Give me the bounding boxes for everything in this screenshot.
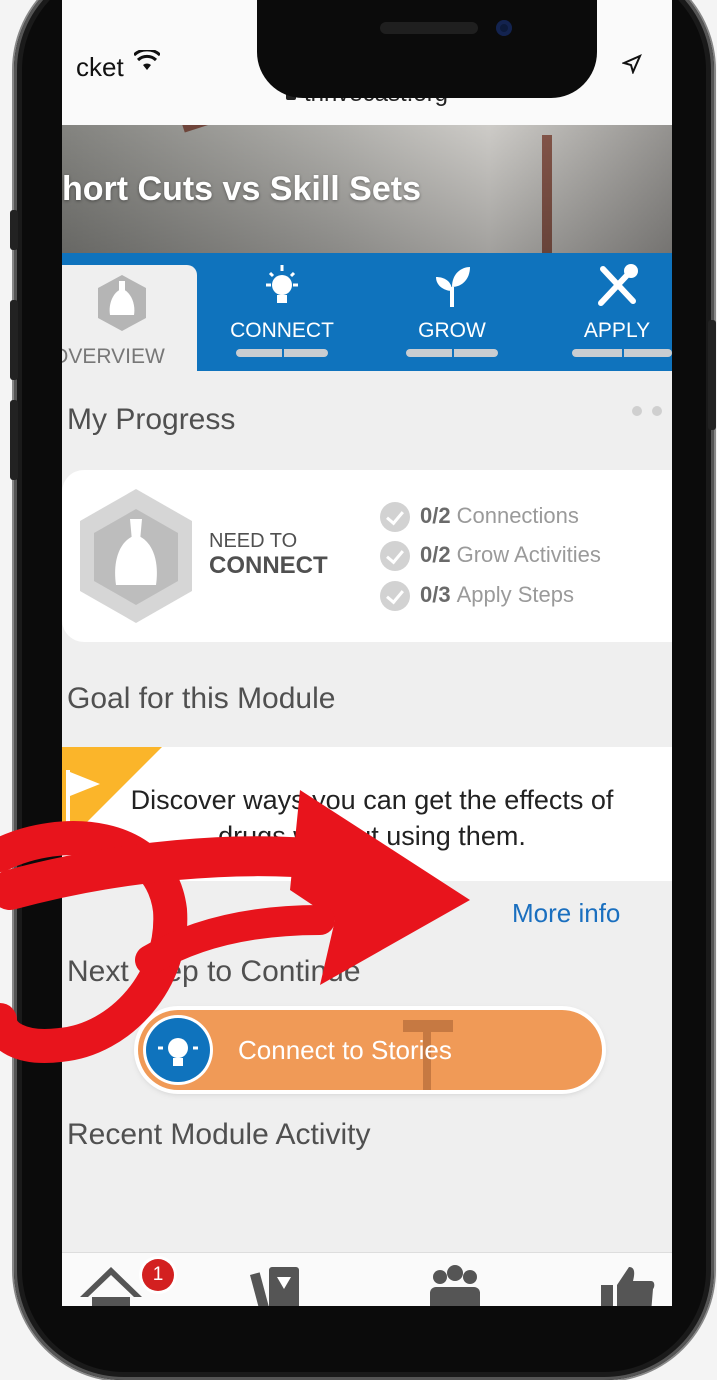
status-big-label: CONNECT (209, 552, 328, 579)
stat-apply-steps: 0/3 Apply Steps (380, 581, 574, 611)
module-banner: hort Cuts vs Skill Sets (62, 125, 672, 253)
status-small-label: NEED TO (209, 530, 298, 552)
phone-notch (257, 0, 597, 98)
stat-grow-activities: 0/2 Grow Activities (380, 541, 601, 571)
lightbulb-icon (266, 265, 298, 303)
tab-overview-label: OVERVIEW (62, 345, 165, 368)
phone-screen: cket thrivecast.org hort Cuts vs Skill S… (62, 0, 672, 1306)
stat-connections: 0/2 Connections (380, 502, 579, 532)
phone-speaker (380, 22, 478, 34)
check-icon (380, 541, 410, 571)
tab-connect-label: CONNECT (230, 319, 334, 342)
tab-connect[interactable]: CONNECT (222, 253, 342, 371)
tab-grow[interactable]: GROW (392, 253, 512, 371)
home-icon[interactable] (76, 1263, 146, 1306)
people-icon[interactable] (420, 1263, 490, 1306)
phone-camera (496, 20, 512, 36)
tab-apply-label: APPLY (583, 319, 651, 342)
recent-activity-heading: Recent Module Activity (67, 1118, 371, 1151)
goal-heading: Goal for this Module (67, 682, 336, 715)
tab-grow-progress (406, 349, 498, 357)
bottom-nav: 1 (62, 1252, 672, 1306)
phone-volume-down-button (10, 400, 18, 480)
tab-grow-label: GROW (418, 319, 486, 342)
module-title: hort Cuts vs Skill Sets (62, 170, 421, 208)
progress-heading: My Progress (67, 403, 236, 436)
module-status-badge-icon (80, 489, 192, 623)
check-icon (380, 581, 410, 611)
tab-apply[interactable]: APPLY (562, 253, 672, 371)
sprout-icon (436, 267, 470, 307)
location-arrow-icon (622, 54, 642, 74)
notification-badge: 1 (142, 1259, 174, 1291)
more-info-link[interactable]: More info (512, 898, 620, 929)
tab-connect-progress (236, 349, 328, 357)
carrier-label: cket (76, 52, 124, 82)
tab-apply-progress (572, 349, 672, 357)
cards-icon[interactable] (247, 1263, 307, 1306)
wifi-icon (134, 50, 160, 70)
phone-power-button (708, 320, 716, 430)
tab-overview[interactable]: OVERVIEW (62, 265, 197, 375)
check-icon (380, 502, 410, 532)
carousel-dots[interactable] (632, 403, 672, 421)
thumbs-up-icon[interactable] (597, 1263, 657, 1306)
phone-side-button (10, 210, 18, 250)
badge-icon (98, 275, 146, 331)
red-arrow-annotation (0, 790, 470, 1063)
tab-bar: OVERVIEW CONNECT GROW APPLY (62, 253, 672, 375)
tools-icon (598, 264, 638, 306)
phone-volume-up-button (10, 300, 18, 380)
